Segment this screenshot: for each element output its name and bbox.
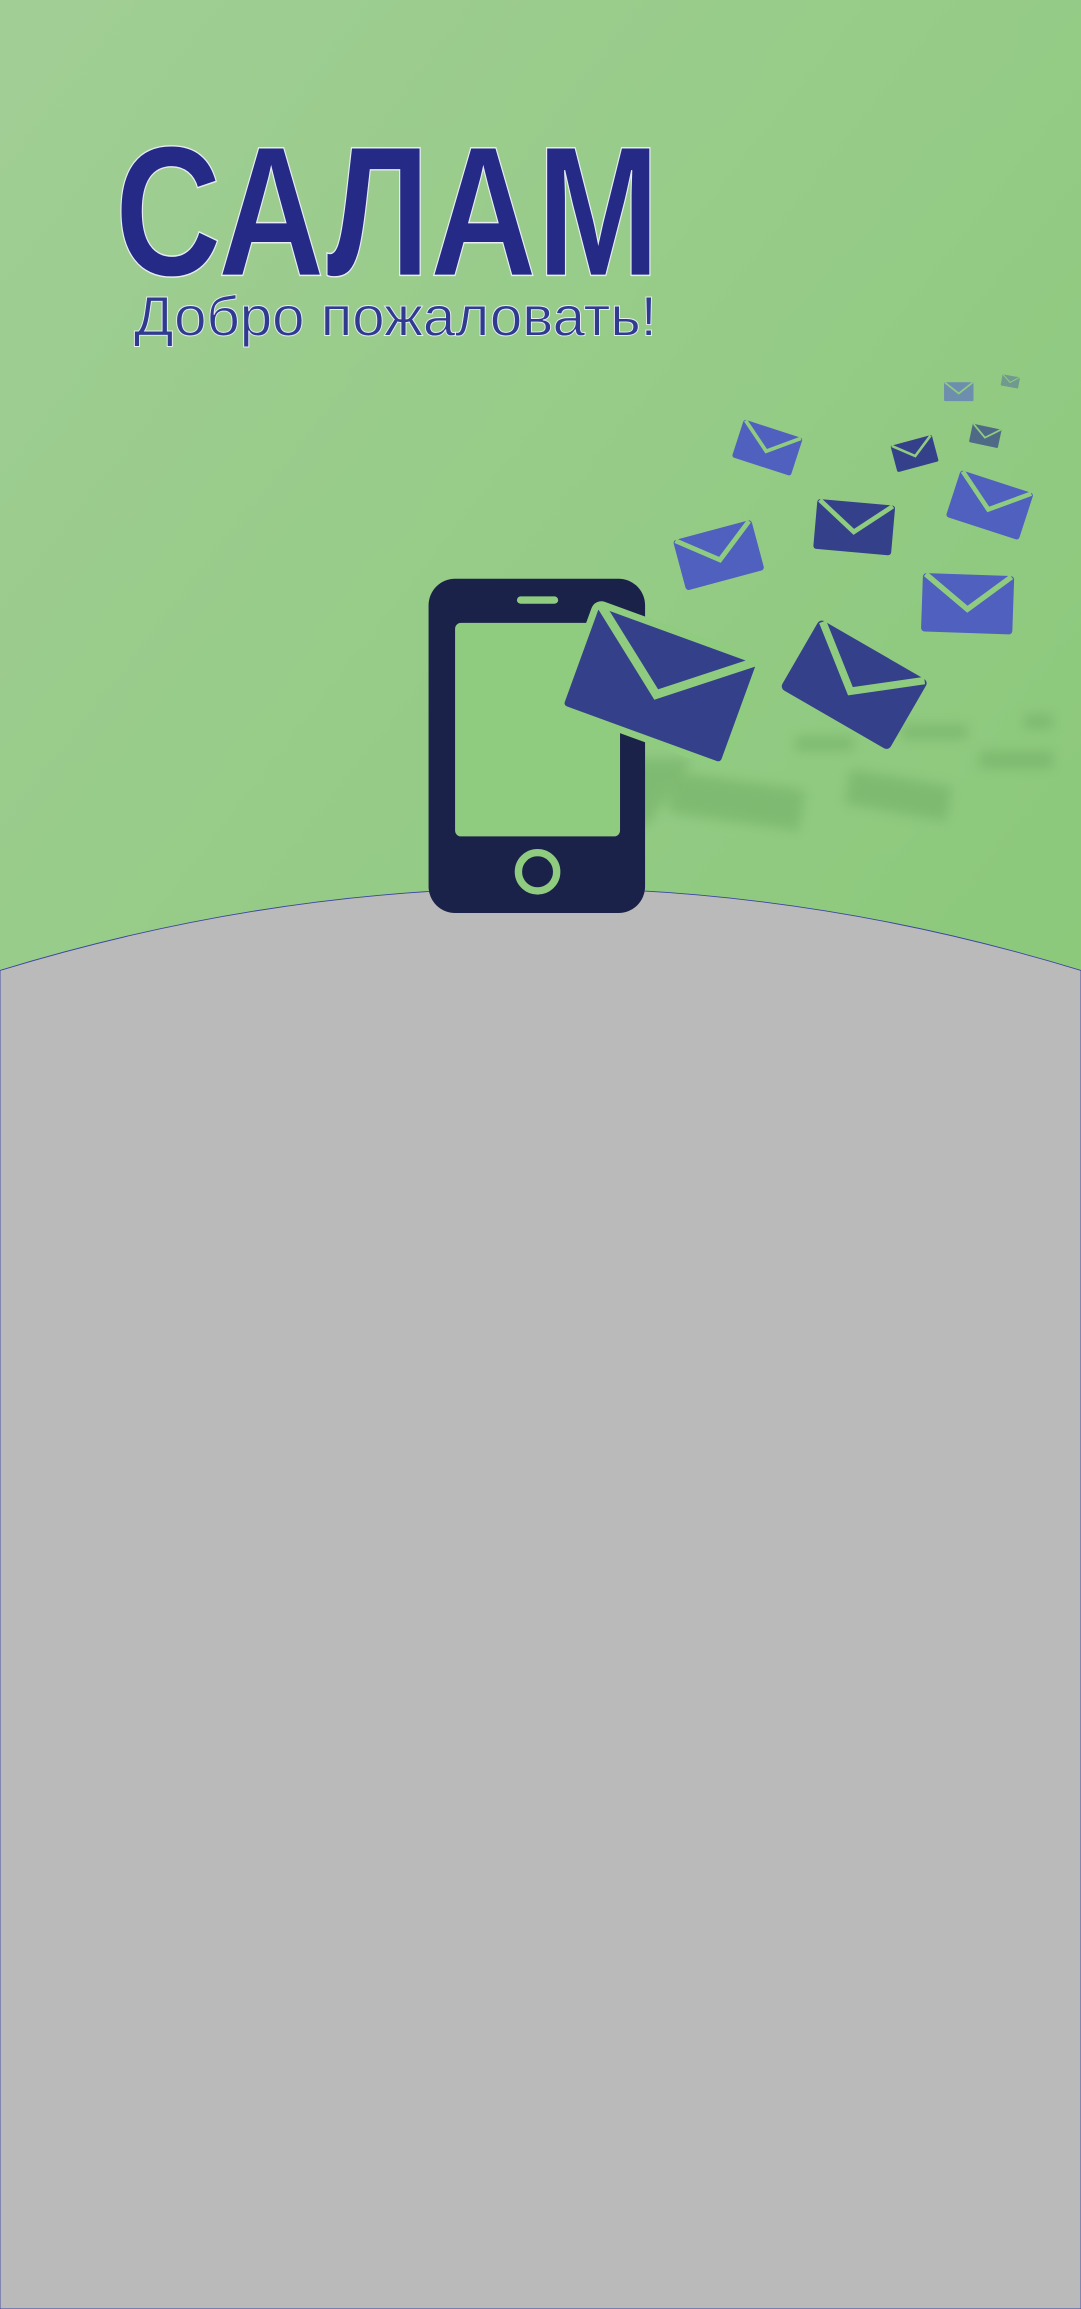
splash-screen: САЛАМ Добро пожаловать! xyxy=(0,0,1081,2309)
subtitle: Добро пожаловать! xyxy=(134,285,657,348)
envelope-icon xyxy=(813,499,895,556)
lower-panel xyxy=(0,887,1081,2309)
envelope-icon xyxy=(921,573,1014,635)
envelope-icon xyxy=(943,381,975,403)
